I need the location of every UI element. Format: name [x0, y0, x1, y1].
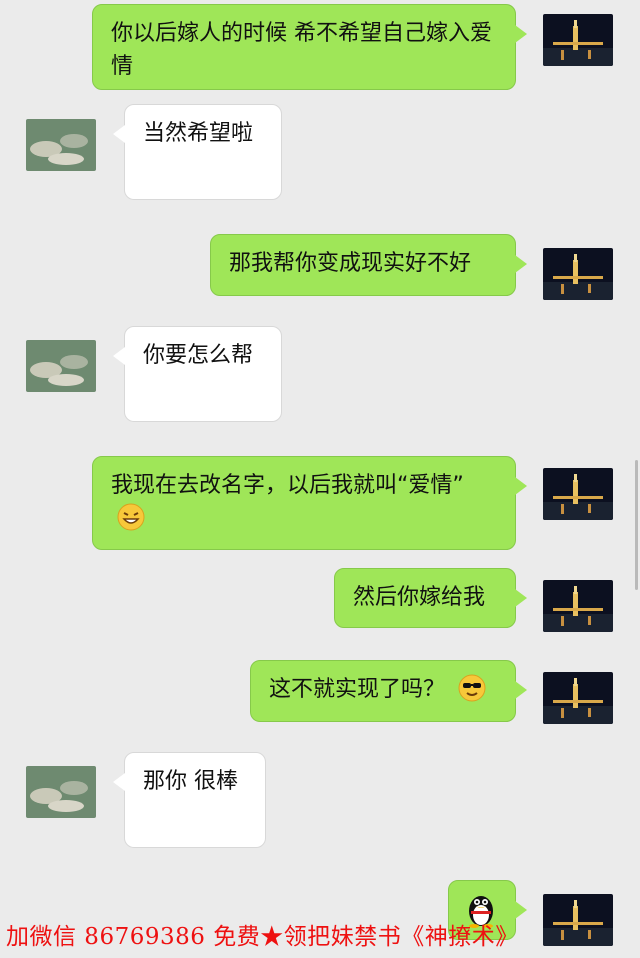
- message-bubble-sent[interactable]: 那我帮你变成现实好不好: [210, 234, 527, 296]
- my-avatar[interactable]: [543, 248, 613, 300]
- message-text: 然后你嫁给我: [353, 585, 486, 610]
- sunglasses-emoji-icon: [458, 674, 486, 702]
- scrollbar[interactable]: [635, 460, 638, 590]
- river-stones-avatar-image: [26, 119, 96, 171]
- contact-avatar[interactable]: [26, 766, 96, 818]
- contact-avatar[interactable]: [26, 340, 96, 392]
- my-avatar[interactable]: [543, 468, 613, 520]
- message-bubble-sent[interactable]: 这不就实现了吗？: [250, 660, 527, 722]
- my-avatar[interactable]: [543, 14, 613, 66]
- message-bubble-sent[interactable]: 我现在去改名字，以后我就叫“爱情”: [92, 456, 527, 550]
- night-city-avatar-image: [543, 468, 613, 520]
- message-bubble-sent[interactable]: 然后你嫁给我: [334, 568, 527, 628]
- message-text: 这不就实现了吗？: [269, 677, 446, 702]
- grin-emoji-icon: [117, 503, 145, 531]
- contact-avatar[interactable]: [26, 119, 96, 171]
- night-city-avatar-image: [543, 14, 613, 66]
- message-text: 你以后嫁人的时候 希不希望自己嫁入爱情: [111, 21, 492, 79]
- night-city-avatar-image: [543, 248, 613, 300]
- river-stones-avatar-image: [26, 766, 96, 818]
- river-stones-avatar-image: [26, 340, 96, 392]
- my-avatar[interactable]: [543, 672, 613, 724]
- message-text: 当然希望啦: [143, 121, 254, 146]
- my-avatar[interactable]: [543, 580, 613, 632]
- message-bubble-received[interactable]: 当然希望啦: [113, 104, 282, 200]
- message-text: 那你 很棒: [143, 769, 238, 794]
- message-bubble-received[interactable]: 那你 很棒: [113, 752, 266, 848]
- message-bubble-sent[interactable]: 你以后嫁人的时候 希不希望自己嫁入爱情: [92, 4, 527, 90]
- night-city-avatar-image: [543, 580, 613, 632]
- message-text: 你要怎么帮: [143, 343, 254, 368]
- message-text: 那我帮你变成现实好不好: [229, 251, 472, 276]
- promo-footer-text: 加微信 86769386 免费★领把妹禁书《神撩术》: [6, 924, 519, 950]
- message-text: 我现在去改名字，以后我就叫“爱情”: [111, 473, 464, 498]
- night-city-avatar-image: [543, 672, 613, 724]
- message-bubble-received[interactable]: 你要怎么帮: [113, 326, 282, 422]
